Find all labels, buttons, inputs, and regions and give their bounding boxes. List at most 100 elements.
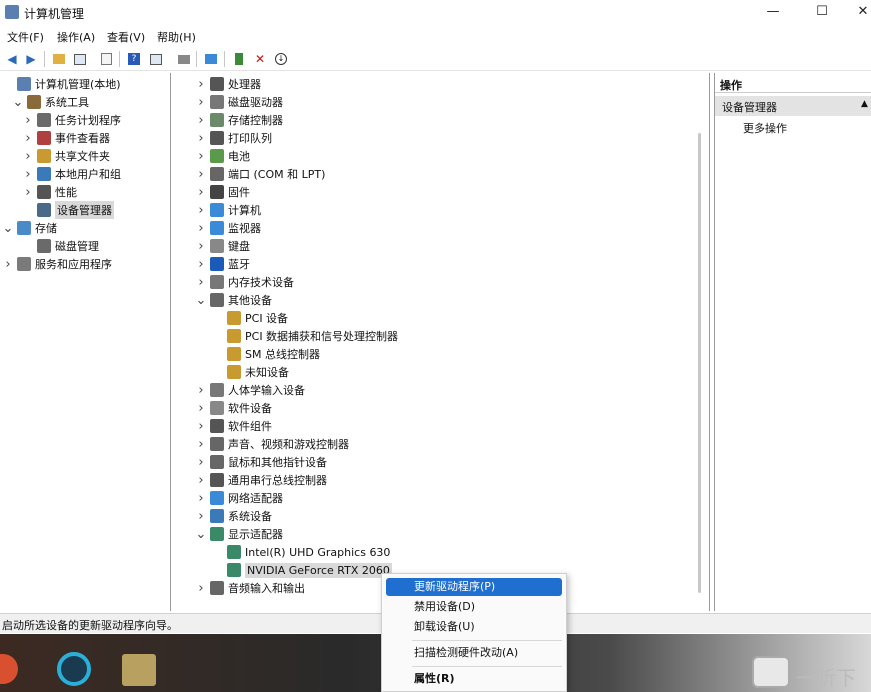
update-driver-icon[interactable]: [230, 50, 248, 68]
chevron-down-icon[interactable]: ⌄: [2, 221, 14, 236]
show-hide-action-pane-icon[interactable]: [147, 50, 165, 68]
tree-item[interactable]: 未知设备: [212, 363, 289, 381]
tree-item[interactable]: › 通用串行总线控制器: [195, 471, 327, 489]
back-arrow-icon[interactable]: ◀: [3, 50, 21, 68]
forward-arrow-icon[interactable]: ▶: [22, 50, 40, 68]
tree-item[interactable]: PCI 设备: [212, 309, 288, 327]
chevron-right-icon[interactable]: ›: [195, 455, 207, 470]
tree-item[interactable]: › 软件组件: [195, 417, 272, 435]
disable-device-icon[interactable]: ↓: [272, 50, 290, 68]
context-menu-item[interactable]: 属性(R): [386, 670, 562, 688]
scan-hardware-icon[interactable]: [202, 50, 220, 68]
tree-item[interactable]: › 服务和应用程序: [2, 255, 112, 273]
chevron-down-icon[interactable]: ⌄: [195, 293, 207, 308]
vertical-scrollbar[interactable]: [698, 133, 701, 593]
tree-item[interactable]: › 性能: [22, 183, 77, 201]
chevron-down-icon[interactable]: ⌄: [12, 95, 24, 110]
tree-item[interactable]: NVIDIA GeForce RTX 2060: [212, 561, 392, 579]
tree-item[interactable]: › 键盘: [195, 237, 250, 255]
chevron-right-icon[interactable]: ›: [195, 221, 207, 236]
show-hide-console-tree-icon[interactable]: [71, 50, 89, 68]
menu-file[interactable]: 文件(F): [7, 29, 44, 45]
tree-item[interactable]: 设备管理器: [22, 201, 114, 219]
chevron-right-icon[interactable]: ›: [195, 401, 207, 416]
chevron-right-icon[interactable]: ›: [195, 167, 207, 182]
tree-item[interactable]: ⌄ 其他设备: [195, 291, 272, 309]
taskbar-app-icon[interactable]: [57, 652, 91, 686]
chevron-right-icon[interactable]: ›: [195, 131, 207, 146]
chevron-right-icon[interactable]: ›: [22, 113, 34, 128]
print-icon[interactable]: [175, 50, 193, 68]
chevron-right-icon[interactable]: ›: [22, 167, 34, 182]
tree-item[interactable]: › 本地用户和组: [22, 165, 121, 183]
context-menu-item[interactable]: 更新驱动程序(P): [386, 578, 562, 596]
context-menu-item[interactable]: 卸载设备(U): [386, 618, 562, 636]
tree-item[interactable]: › 声音、视频和游戏控制器: [195, 435, 349, 453]
tree-item[interactable]: 计算机管理(本地): [2, 75, 121, 93]
tree-item[interactable]: ⌄ 系统工具: [12, 93, 89, 111]
context-menu-item[interactable]: 扫描检测硬件改动(A): [386, 644, 562, 662]
chevron-right-icon[interactable]: ›: [195, 419, 207, 434]
chevron-right-icon[interactable]: ›: [195, 491, 207, 506]
uninstall-device-icon[interactable]: ✕: [251, 50, 269, 68]
tree-item[interactable]: › 处理器: [195, 75, 261, 93]
chevron-right-icon[interactable]: ›: [195, 113, 207, 128]
tree-item[interactable]: › 端口 (COM 和 LPT): [195, 165, 325, 183]
menu-view[interactable]: 查看(V): [107, 29, 145, 45]
chevron-right-icon[interactable]: ›: [195, 509, 207, 524]
tree-item[interactable]: › 人体学输入设备: [195, 381, 305, 399]
chevron-right-icon[interactable]: ›: [195, 275, 207, 290]
more-actions-link[interactable]: 更多操作: [743, 120, 787, 138]
close-button[interactable]: ✕: [843, 0, 871, 24]
actions-section-device-manager[interactable]: 设备管理器 ▲: [715, 96, 871, 116]
tree-item[interactable]: › 蓝牙: [195, 255, 250, 273]
chevron-right-icon[interactable]: ›: [195, 437, 207, 452]
tree-item[interactable]: › 共享文件夹: [22, 147, 110, 165]
taskbar-app-icon[interactable]: [0, 654, 18, 684]
chevron-right-icon[interactable]: ›: [195, 77, 207, 92]
tree-item[interactable]: › 音频输入和输出: [195, 579, 305, 597]
chevron-right-icon[interactable]: ›: [195, 383, 207, 398]
chevron-right-icon[interactable]: ›: [2, 257, 14, 272]
chevron-right-icon[interactable]: ›: [195, 185, 207, 200]
tree-item[interactable]: › 软件设备: [195, 399, 272, 417]
tree-item[interactable]: › 系统设备: [195, 507, 272, 525]
properties-icon[interactable]: [97, 50, 115, 68]
tree-item[interactable]: › 磁盘驱动器: [195, 93, 283, 111]
tree-item[interactable]: Intel(R) UHD Graphics 630: [212, 543, 390, 561]
chevron-right-icon[interactable]: ›: [195, 581, 207, 596]
chevron-right-icon[interactable]: ›: [195, 239, 207, 254]
chevron-right-icon[interactable]: ›: [22, 149, 34, 164]
tree-item[interactable]: › 监视器: [195, 219, 261, 237]
tree-item[interactable]: › 鼠标和其他指针设备: [195, 453, 327, 471]
tree-item[interactable]: › 任务计划程序: [22, 111, 121, 129]
menu-action[interactable]: 操作(A): [57, 29, 95, 45]
chevron-right-icon[interactable]: ›: [22, 185, 34, 200]
tree-item[interactable]: 磁盘管理: [22, 237, 99, 255]
tree-item[interactable]: › 打印队列: [195, 129, 272, 147]
tree-item[interactable]: ⌄ 存储: [2, 219, 57, 237]
tree-item[interactable]: › 固件: [195, 183, 250, 201]
maximize-button[interactable]: ☐: [802, 0, 842, 24]
chevron-right-icon[interactable]: ›: [195, 203, 207, 218]
chevron-down-icon[interactable]: ⌄: [195, 527, 207, 542]
chevron-right-icon[interactable]: ›: [22, 131, 34, 146]
chevron-right-icon[interactable]: ›: [195, 473, 207, 488]
chevron-right-icon[interactable]: ›: [195, 149, 207, 164]
up-folder-icon[interactable]: [50, 50, 68, 68]
chevron-right-icon[interactable]: ›: [195, 257, 207, 272]
taskbar-app-icon[interactable]: [122, 654, 156, 686]
tree-item[interactable]: › 存储控制器: [195, 111, 283, 129]
tree-item[interactable]: SM 总线控制器: [212, 345, 320, 363]
minimize-button[interactable]: —: [753, 0, 793, 24]
tree-item[interactable]: › 计算机: [195, 201, 261, 219]
tree-item[interactable]: › 网络适配器: [195, 489, 283, 507]
context-menu-item[interactable]: 禁用设备(D): [386, 598, 562, 616]
tree-item[interactable]: PCI 数据捕获和信号处理控制器: [212, 327, 398, 345]
collapse-arrow-icon[interactable]: ▲: [861, 99, 868, 109]
menu-help[interactable]: 帮助(H): [157, 29, 196, 45]
tree-item[interactable]: › 事件查看器: [22, 129, 110, 147]
tree-item[interactable]: ⌄ 显示适配器: [195, 525, 283, 543]
chevron-right-icon[interactable]: ›: [195, 95, 207, 110]
tree-item[interactable]: › 内存技术设备: [195, 273, 294, 291]
